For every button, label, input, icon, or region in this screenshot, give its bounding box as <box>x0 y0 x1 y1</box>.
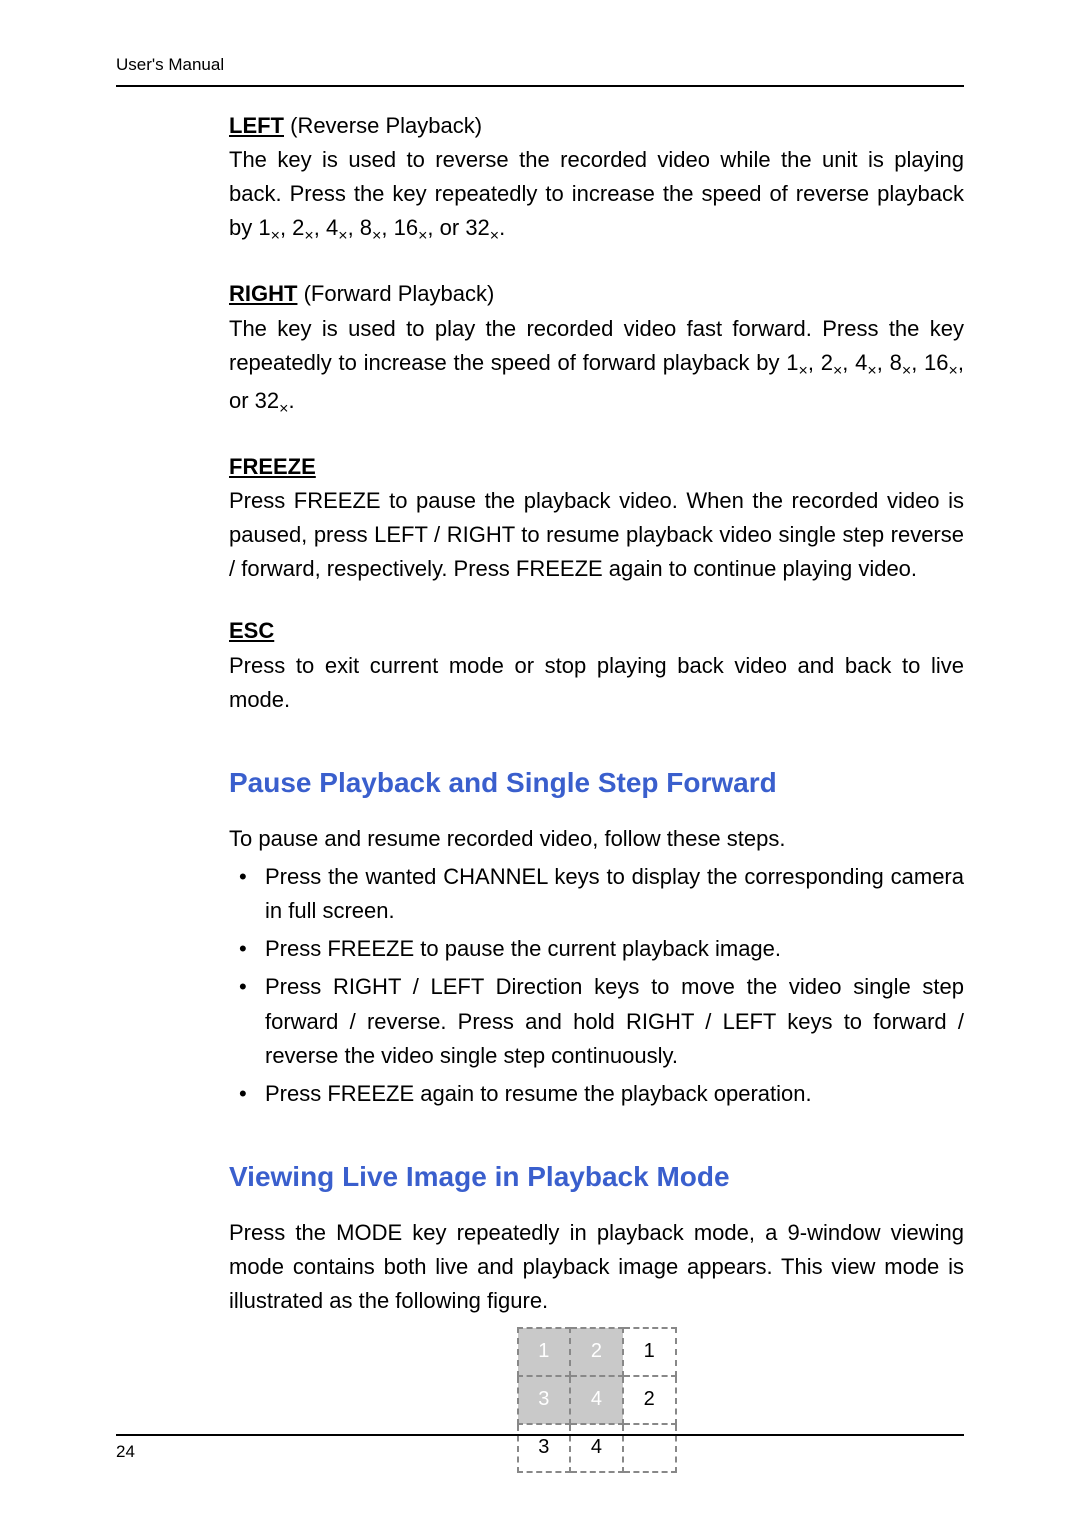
heading-pause: Pause Playback and Single Step Forward <box>229 761 964 804</box>
running-head: User's Manual <box>116 55 964 75</box>
pause-intro: To pause and resume recorded video, foll… <box>229 822 964 856</box>
grid-cell: 3 <box>518 1376 571 1424</box>
grid-cell: 2 <box>570 1328 623 1376</box>
left-suffix: (Reverse Playback) <box>284 113 482 138</box>
right-suffix: (Forward Playback) <box>297 281 494 306</box>
section-freeze: FREEZE Press FREEZE to pause the playbac… <box>229 450 964 586</box>
grid-cell: 1 <box>623 1328 676 1376</box>
esc-body: Press to exit current mode or stop playi… <box>229 653 964 712</box>
heading-live: Viewing Live Image in Playback Mode <box>229 1155 964 1198</box>
list-item: Press RIGHT / LEFT Direction keys to mov… <box>229 970 964 1072</box>
freeze-body: Press FREEZE to pause the playback video… <box>229 488 964 581</box>
content-block: LEFT (Reverse Playback) The key is used … <box>116 87 964 1473</box>
live-intro: Press the MODE key repeatedly in playbac… <box>229 1216 964 1318</box>
nine-window-figure: 1 2 1 3 4 2 3 4 <box>517 1327 677 1473</box>
right-body: The key is used to play the recorded vid… <box>229 316 964 413</box>
grid-cell: 2 <box>623 1376 676 1424</box>
left-body: The key is used to reverse the recorded … <box>229 147 964 240</box>
section-esc: ESC Press to exit current mode or stop p… <box>229 614 964 716</box>
list-item: Press FREEZE to pause the current playba… <box>229 932 964 966</box>
list-item: Press the wanted CHANNEL keys to display… <box>229 860 964 928</box>
section-left: LEFT (Reverse Playback) The key is used … <box>229 109 964 249</box>
grid-cell: 4 <box>570 1424 623 1472</box>
grid-cell: 3 <box>518 1424 571 1472</box>
grid-cell: 4 <box>570 1376 623 1424</box>
list-item: Press FREEZE again to resume the playbac… <box>229 1077 964 1111</box>
pause-bullets: Press the wanted CHANNEL keys to display… <box>229 860 964 1111</box>
right-title: RIGHT <box>229 281 297 306</box>
footer-rule <box>116 1434 964 1436</box>
page-number: 24 <box>116 1442 135 1462</box>
page: User's Manual LEFT (Reverse Playback) Th… <box>0 0 1080 1528</box>
grid-cell: 1 <box>518 1328 571 1376</box>
freeze-title: FREEZE <box>229 454 316 479</box>
grid-cell-empty <box>623 1424 676 1472</box>
grid-table: 1 2 1 3 4 2 3 4 <box>517 1327 677 1473</box>
esc-title: ESC <box>229 618 274 643</box>
left-title: LEFT <box>229 113 284 138</box>
section-right: RIGHT (Forward Playback) The key is used… <box>229 277 964 422</box>
